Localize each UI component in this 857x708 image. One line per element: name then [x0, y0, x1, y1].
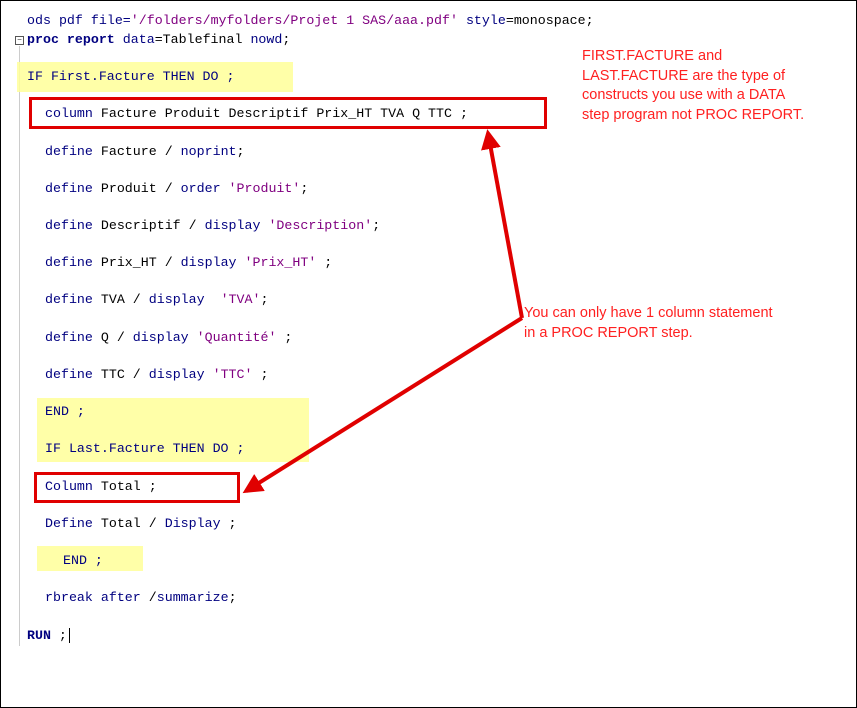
plain: Produit /: [92, 181, 181, 196]
string: 'Produit': [220, 181, 301, 196]
annotation-line: You can only have 1 column statement: [524, 305, 773, 321]
plain: ;: [260, 292, 269, 307]
code-line-define-descriptif: define Descriptif / display 'Description…: [45, 217, 380, 235]
code-line-run: RUN ;: [27, 627, 70, 645]
fold-toggle-icon[interactable]: −: [15, 36, 24, 45]
kw: order: [180, 181, 221, 196]
plain: ;: [236, 144, 245, 159]
kw: define: [45, 367, 93, 382]
plain: ;: [50, 628, 67, 643]
kw: display: [132, 330, 189, 345]
callout-box-column: [29, 97, 547, 129]
annotation-line: FIRST.FACTURE and: [582, 48, 723, 64]
plain: Total /: [92, 516, 165, 531]
plain: /: [140, 590, 157, 605]
plain: ;: [316, 255, 333, 270]
kw: noprint: [180, 144, 237, 159]
annotation-line: in a PROC REPORT step.: [524, 324, 693, 341]
plain: Descriptif /: [92, 218, 205, 233]
code-line-define-produit: define Produit / order 'Produit';: [45, 180, 308, 198]
code-line-rbreak: rbreak after /summarize;: [45, 589, 237, 607]
code-line-end1: END ;: [45, 404, 85, 419]
code-line-proc: proc report data=Tablefinal nowd;: [27, 31, 290, 49]
plain: ;: [228, 590, 237, 605]
plain: TVA /: [92, 292, 149, 307]
code-line-if-last: IF Last.Facture THEN DO ;: [45, 441, 245, 456]
kw: pdf: [58, 13, 83, 28]
annotation-column-statement: You can only have 1 column statement in …: [524, 304, 773, 343]
text-cursor: [68, 627, 70, 643]
string: '/folders/myfolders/Projet 1 SAS/aaa.pdf…: [130, 13, 458, 28]
plain: ;: [220, 516, 237, 531]
plain: ;: [276, 330, 293, 345]
plain: ;: [282, 32, 291, 47]
kw: style: [465, 13, 506, 28]
kw: ods: [27, 13, 51, 28]
kw: display: [204, 218, 261, 233]
plain: TTC /: [92, 367, 149, 382]
plain: ;: [372, 218, 381, 233]
string: 'Prix_HT': [236, 255, 317, 270]
kw: define: [45, 218, 93, 233]
fold-guide: [19, 46, 20, 646]
kw: summarize: [156, 590, 229, 605]
code-line-define-ttc: define TTC / display 'TTC' ;: [45, 366, 268, 384]
string: 'Quantité': [188, 330, 277, 345]
kw: define: [45, 144, 93, 159]
plain: ;: [252, 367, 269, 382]
plain: Prix_HT /: [92, 255, 181, 270]
annotation-line: LAST.FACTURE are the type of: [582, 67, 786, 84]
kw: nowd: [250, 32, 283, 47]
kw: data: [122, 32, 155, 47]
annotation-line: step program not PROC REPORT.: [582, 106, 805, 123]
string: 'TVA': [204, 292, 261, 307]
annotation-first-last: FIRST.FACTURE and LAST.FACTURE are the t…: [582, 47, 804, 125]
kw: display: [148, 292, 205, 307]
kw: file=: [90, 13, 131, 28]
kw: proc report: [27, 32, 115, 47]
code-line-define-q: define Q / display 'Quantité' ;: [45, 329, 292, 347]
string: 'Description': [260, 218, 373, 233]
annotation-line: constructs you use with a DATA: [582, 87, 786, 103]
code-line-if-first: IF First.Facture THEN DO ;: [27, 69, 235, 84]
kw: RUN: [27, 628, 51, 643]
kw: display: [180, 255, 237, 270]
plain: =monospace;: [505, 13, 594, 28]
kw: define: [45, 255, 93, 270]
callout-box-column-total: [34, 472, 240, 503]
code-line-define-facture: define Facture / noprint;: [45, 143, 245, 161]
kw: define: [45, 181, 93, 196]
plain: ;: [300, 181, 309, 196]
plain: Q /: [92, 330, 133, 345]
string: 'TTC': [204, 367, 253, 382]
kw: define: [45, 292, 93, 307]
code-line-define-prix: define Prix_HT / display 'Prix_HT' ;: [45, 254, 332, 272]
kw: define: [45, 330, 93, 345]
plain: Facture /: [92, 144, 181, 159]
code-line-end2: END ;: [63, 553, 103, 568]
kw: Display: [164, 516, 221, 531]
plain: =Tablefinal: [154, 32, 243, 47]
code-line-ods: ods pdf file='/folders/myfolders/Projet …: [27, 12, 594, 30]
code-line-define-total: Define Total / Display ;: [45, 515, 237, 533]
kw: display: [148, 367, 205, 382]
kw: rbreak after: [45, 590, 141, 605]
kw: Define: [45, 516, 93, 531]
code-line-define-tva: define TVA / display 'TVA';: [45, 291, 268, 309]
